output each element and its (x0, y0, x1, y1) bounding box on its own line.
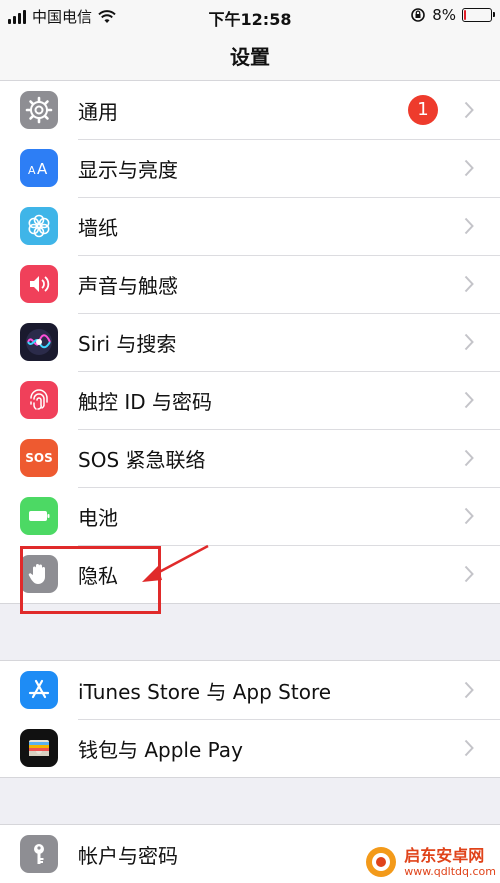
row-label: 通用 (78, 99, 118, 124)
row-label: 墙纸 (78, 216, 118, 240)
page-title: 设置 (230, 45, 270, 69)
chevron-right-icon (464, 333, 474, 351)
app-store-icon (20, 671, 58, 709)
chevron-right-icon (464, 681, 474, 699)
siri-icon (20, 323, 58, 361)
chevron-right-icon (464, 565, 474, 583)
key-icon (20, 835, 58, 873)
row-label: Siri 与搜索 (78, 332, 177, 356)
svg-text:A: A (28, 164, 36, 177)
row-label: 显示与亮度 (78, 158, 178, 182)
fingerprint-icon (20, 381, 58, 419)
wallet-icon (20, 729, 58, 767)
row-label: 钱包与 Apple Pay (78, 738, 243, 762)
rotation-lock-icon (411, 8, 426, 22)
row-siri-search[interactable]: Siri 与搜索 (0, 313, 500, 371)
nav-bar: 设置 (0, 32, 500, 85)
row-label: iTunes Store 与 App Store (78, 679, 332, 704)
row-wallpaper[interactable]: 墙纸 (0, 197, 500, 255)
chevron-right-icon (464, 507, 474, 525)
chevron-right-icon (464, 449, 474, 467)
chevron-right-icon (464, 101, 474, 119)
chevron-right-icon (464, 739, 474, 757)
chevron-right-icon (464, 275, 474, 293)
row-itunes-app-store[interactable]: iTunes Store 与 App Store (0, 661, 500, 719)
row-sounds-haptics[interactable]: 声音与触感 (0, 255, 500, 313)
battery-icon (20, 497, 58, 535)
settings-group-1: 通用 1 A A 显示与亮度 墙纸 声音与触感 Siri 与搜索 触控 ID 与… (0, 80, 500, 604)
row-touch-id-passcode[interactable]: 触控 ID 与密码 (0, 371, 500, 429)
row-label: 触控 ID 与密码 (78, 390, 213, 414)
watermark: 启东安卓网 www.qdltdq.com (364, 845, 496, 879)
row-general[interactable]: 通用 1 (0, 81, 500, 139)
sos-icon-text: SOS (25, 451, 53, 465)
speaker-icon (20, 265, 58, 303)
row-label: 声音与触感 (78, 274, 178, 298)
chevron-right-icon (464, 391, 474, 409)
annotation-arrow-icon (142, 544, 209, 582)
watermark-brand: 启东安卓网 (404, 845, 485, 865)
row-label: SOS 紧急联络 (78, 448, 206, 472)
battery-percent: 8% (432, 6, 456, 24)
row-display-brightness[interactable]: A A 显示与亮度 (0, 139, 500, 197)
chevron-right-icon (464, 159, 474, 177)
row-wallet-apple-pay[interactable]: 钱包与 Apple Pay (0, 719, 500, 777)
settings-group-2: iTunes Store 与 App Store 钱包与 Apple Pay (0, 660, 500, 778)
watermark-site: www.qdltdq.com (404, 864, 496, 878)
notification-badge: 1 (408, 95, 438, 125)
gear-icon (20, 91, 58, 129)
chevron-right-icon (464, 217, 474, 235)
row-label: 电池 (78, 506, 118, 530)
row-emergency-sos[interactable]: SOS SOS 紧急联络 (0, 429, 500, 487)
battery-icon (462, 8, 495, 22)
watermark-logo-icon (366, 847, 397, 877)
svg-text:A: A (37, 160, 48, 178)
sos-icon: SOS (20, 439, 58, 477)
status-bar: 中国电信 下午12:58 8% (0, 0, 500, 32)
row-label: 帐户与密码 (78, 843, 178, 868)
text-size-icon: A A (20, 149, 58, 187)
row-battery[interactable]: 电池 (0, 487, 500, 545)
flower-icon (20, 207, 58, 245)
